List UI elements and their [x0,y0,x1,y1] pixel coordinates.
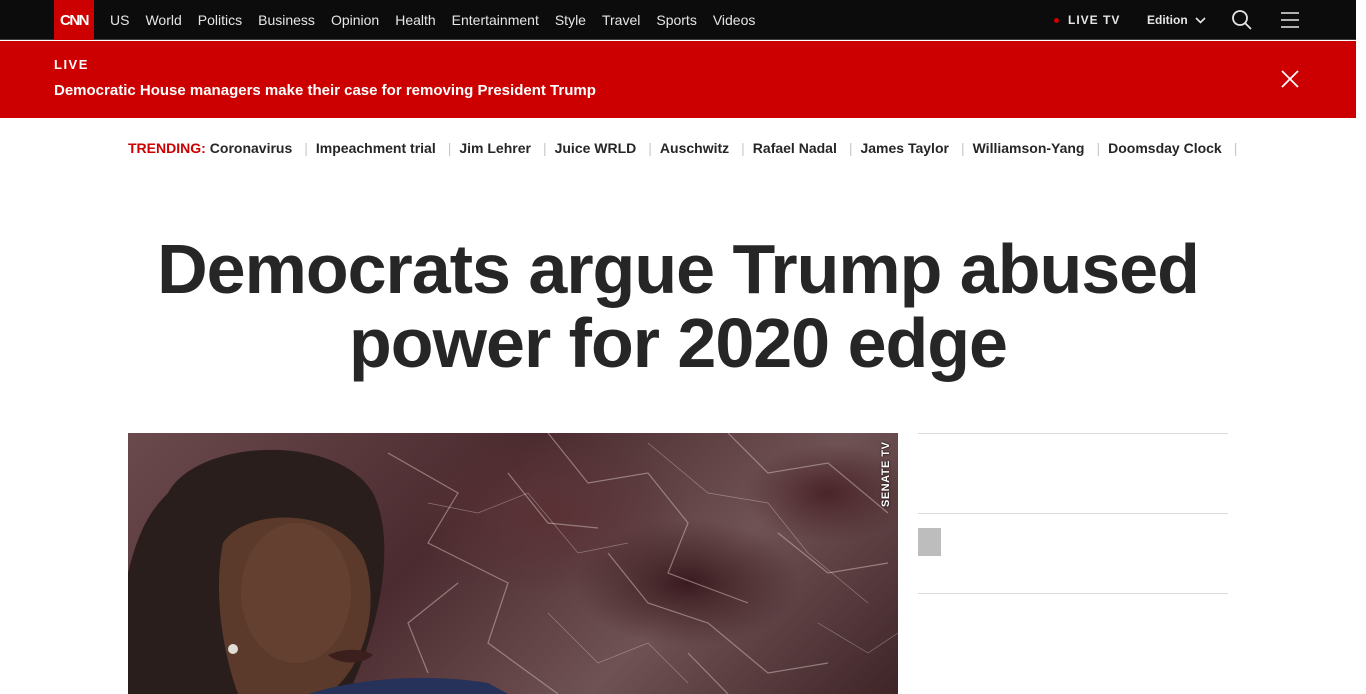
nav-link-health[interactable]: Health [395,12,435,28]
trending-bar: TRENDING: Coronavirus | Impeachment tria… [128,139,1245,157]
edition-selector[interactable]: Edition [1147,0,1206,40]
nav-link-us[interactable]: US [110,12,129,28]
trending-link[interactable]: Doomsday Clock [1108,140,1222,156]
search-icon[interactable] [1231,9,1253,31]
cnn-logo[interactable]: CNN [54,0,94,40]
image-watermark: SENATE TV [880,441,892,507]
trending-divider: | [741,140,745,156]
trending-divider: | [648,140,652,156]
trending-divider: | [1096,140,1101,156]
trending-link[interactable]: Jim Lehrer [459,140,531,156]
top-navigation-bar: CNN US World Politics Business Opinion H… [0,0,1356,40]
live-news-banner[interactable]: LIVE Democratic House managers make thei… [0,41,1356,118]
trending-divider: | [542,140,547,156]
trending-divider: | [304,140,308,156]
rail-item[interactable] [918,593,1228,673]
rail-thumbnail[interactable] [918,528,941,556]
trending-link[interactable]: Impeachment trial [316,140,436,156]
trending-link[interactable]: Coronavirus [210,140,292,156]
section-nav: US World Politics Business Opinion Healt… [110,0,771,40]
right-rail [918,433,1228,694]
nav-link-business[interactable]: Business [258,12,315,28]
close-icon[interactable] [1280,69,1300,89]
trending-divider: | [848,140,853,156]
live-banner-headline[interactable]: Democratic House managers make their cas… [54,82,596,99]
edition-label: Edition [1147,13,1188,27]
chevron-down-icon [1195,16,1206,24]
article-headline: Democrats argue Trump abused power for 2… [157,230,1200,382]
nav-link-entertainment[interactable]: Entertainment [452,12,539,28]
live-label: LIVE [54,57,89,72]
nav-link-videos[interactable]: Videos [713,12,756,28]
trending-link[interactable]: Auschwitz [660,140,729,156]
trending-divider: | [960,140,965,156]
nav-link-politics[interactable]: Politics [198,12,242,28]
live-tv-link[interactable]: LIVE TV [1054,0,1120,40]
hero-image[interactable]: SENATE TV [128,433,898,694]
trending-link[interactable]: James Taylor [860,140,948,156]
nav-link-opinion[interactable]: Opinion [331,12,379,28]
menu-icon[interactable] [1280,10,1300,30]
rail-item[interactable] [918,433,1228,513]
rail-item[interactable] [918,513,1228,593]
hero-photo-illustration [128,433,898,694]
trending-link[interactable]: Juice WRLD [555,140,637,156]
trending-link[interactable]: Rafael Nadal [753,140,837,156]
nav-link-world[interactable]: World [145,12,181,28]
live-indicator-dot [1054,17,1059,23]
nav-link-style[interactable]: Style [555,12,586,28]
trending-label: TRENDING: [128,140,206,156]
nav-link-sports[interactable]: Sports [656,12,696,28]
trending-link[interactable]: Williamson-Yang [973,140,1085,156]
trending-divider: | [1233,140,1238,156]
trending-divider: | [447,140,452,156]
live-tv-label: LIVE TV [1068,13,1121,27]
nav-link-travel[interactable]: Travel [602,12,640,28]
